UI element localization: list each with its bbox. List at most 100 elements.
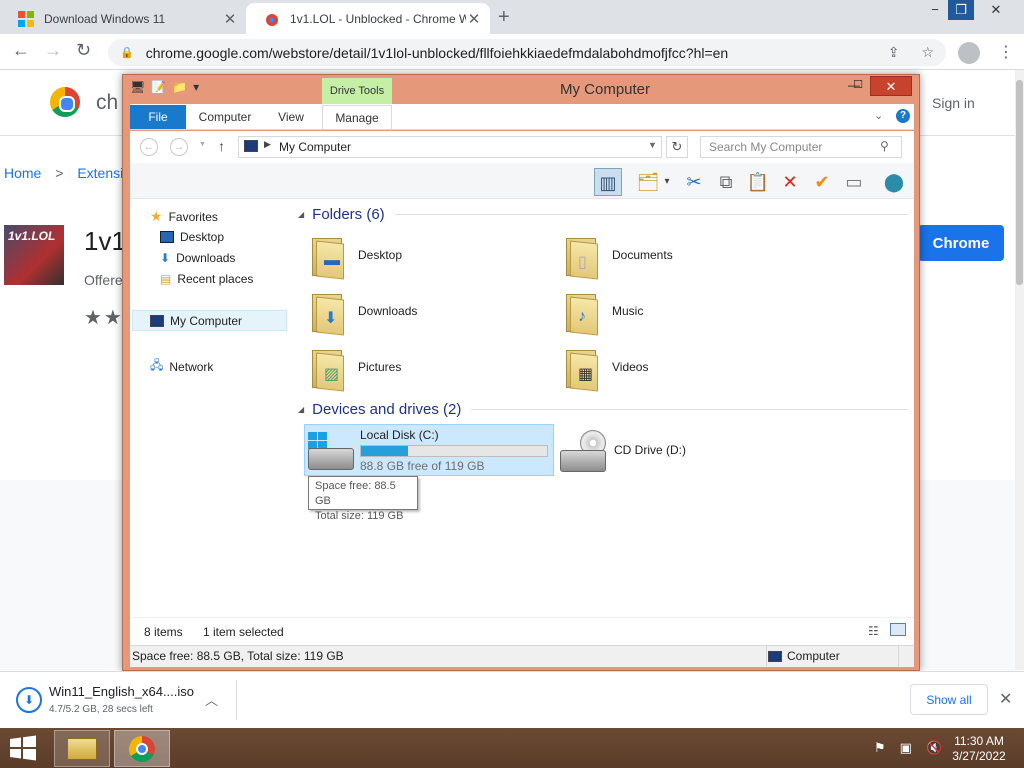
tab-manage[interactable]: Manage — [322, 105, 392, 129]
nav-downloads[interactable]: ⬇ Downloads — [160, 251, 235, 265]
checkmark-icon[interactable]: ✔ — [808, 168, 836, 196]
large-icons-view-icon[interactable] — [890, 623, 906, 636]
expand-ribbon-icon[interactable]: ⌄ — [874, 109, 883, 122]
folder-music[interactable]: ♪ Music — [562, 288, 643, 336]
download-shelf — [0, 671, 1024, 728]
add-to-chrome-button[interactable]: Chrome — [918, 225, 1004, 261]
properties-dropdown-icon[interactable]: ▾ — [660, 168, 674, 196]
taskbar-chrome[interactable] — [114, 730, 170, 767]
tab-title: Download Windows 11 — [44, 11, 166, 26]
forward-icon[interactable]: → — [44, 40, 62, 61]
nav-desktop[interactable]: Desktop — [160, 230, 224, 244]
properties-icon[interactable]: 📝 — [151, 80, 166, 94]
drive-tools-label: Drive Tools — [322, 78, 392, 104]
properties-folder-icon[interactable]: 🗂 — [634, 168, 662, 196]
new-tab-button[interactable]: + — [498, 6, 510, 29]
folder-downloads[interactable]: ⬇ Downloads — [308, 288, 417, 336]
explorer-forward-icon[interactable]: → — [170, 138, 188, 156]
show-all-button[interactable]: Show all — [910, 684, 988, 715]
download-filename[interactable]: Win11_English_x64....iso — [49, 684, 194, 699]
close-window-icon[interactable]: ✕ — [976, 0, 1016, 20]
tab-close-icon[interactable]: ✕ — [222, 10, 238, 28]
folder-icon: ▦ — [562, 344, 602, 392]
action-center-flag-icon[interactable]: ⚑ — [874, 740, 886, 756]
folder-videos[interactable]: ▦ Videos — [562, 344, 648, 392]
group-divider — [471, 409, 908, 410]
cd-drive-icon — [560, 430, 608, 474]
rename-icon[interactable]: ▭ — [840, 168, 868, 196]
profile-avatar[interactable] — [958, 42, 980, 64]
nav-recent-places[interactable]: ▤ Recent places — [160, 272, 253, 286]
layout-pane-icon[interactable]: ▥ — [594, 168, 622, 196]
new-folder-icon[interactable]: 📁 — [172, 80, 187, 94]
folder-documents[interactable]: ▯ Documents — [562, 232, 673, 280]
explorer-search-input[interactable]: Search My Computer — [700, 136, 902, 158]
collapse-triangle-icon[interactable]: ◢ — [298, 210, 304, 219]
address-dropdown-icon[interactable]: ▼ — [648, 140, 657, 150]
up-icon[interactable]: ↑ — [218, 138, 225, 154]
chrome-icon — [129, 736, 155, 762]
folder-desktop[interactable]: ▬ Desktop — [308, 232, 402, 280]
desktop-icon — [160, 231, 174, 243]
start-windows-icon[interactable] — [8, 734, 38, 762]
devices-group-header[interactable]: ◢ Devices and drives (2) — [298, 401, 908, 418]
file-download-icon: ⬇ — [16, 687, 42, 713]
sign-in-link[interactable]: Sign in — [932, 95, 975, 111]
tab-download-windows[interactable]: Download Windows 11 ✕ — [0, 3, 246, 34]
download-arrow-icon: ⬇ — [160, 251, 171, 265]
breadcrumb: Home > Extensi — [4, 165, 123, 181]
nav-favorites[interactable]: ★ Favorites — [150, 208, 218, 225]
folders-group-header[interactable]: ◢ Folders (6) — [298, 206, 908, 223]
share-icon[interactable]: ⇪ — [888, 44, 900, 61]
cut-icon[interactable]: ✂ — [680, 168, 708, 196]
collapse-triangle-icon[interactable]: ◢ — [298, 405, 304, 414]
taskbar-clock[interactable]: 11:30 AM 3/27/2022 — [944, 734, 1014, 764]
refresh-icon[interactable]: ↻ — [666, 136, 688, 158]
status-location: Computer — [787, 649, 840, 663]
back-icon[interactable]: ← — [12, 40, 30, 61]
explorer-address-field[interactable]: My Computer — [238, 136, 662, 158]
nav-my-computer[interactable]: My Computer — [150, 314, 242, 328]
help-icon[interactable]: ? — [896, 109, 910, 123]
address-bar[interactable]: 🔒 chrome.google.com/webstore/detail/1v1l… — [108, 39, 946, 66]
breadcrumb-extensions[interactable]: Extensi — [77, 165, 123, 181]
reload-icon[interactable]: ↻ — [76, 40, 91, 61]
breadcrumb-arrow-icon[interactable]: ▶ — [264, 139, 271, 150]
tab-computer[interactable]: Computer — [188, 105, 262, 129]
explorer-back-icon[interactable]: ← — [140, 138, 158, 156]
taskbar-file-explorer[interactable] — [54, 730, 110, 767]
globe-icon[interactable]: ⬤ — [880, 168, 908, 196]
recent-places-icon: ▤ — [160, 272, 172, 286]
restore-icon[interactable]: ❐ — [948, 0, 974, 20]
breadcrumb-home[interactable]: Home — [4, 165, 41, 181]
page-scrollbar[interactable] — [1015, 70, 1024, 670]
tab-title: 1v1.LOL - Unblocked - Chrome W — [290, 11, 466, 26]
minimize-icon[interactable]: − — [922, 0, 948, 20]
scrollbar-thumb[interactable] — [1016, 80, 1023, 285]
tab-1v1lol[interactable]: 1v1.LOL - Unblocked - Chrome W ✕ — [246, 3, 490, 34]
recent-locations-icon[interactable]: ▼ — [199, 141, 206, 148]
volume-muted-icon[interactable]: 🔇 — [926, 740, 942, 756]
explorer-close-icon[interactable]: ✕ — [870, 76, 912, 96]
tab-file[interactable]: File — [130, 105, 186, 129]
delete-icon[interactable]: ✕ — [776, 168, 804, 196]
chrome-webstore-icon — [266, 13, 278, 26]
folder-pictures[interactable]: ▨ Pictures — [308, 344, 401, 392]
copy-icon[interactable]: ⧉ — [712, 168, 740, 196]
paste-icon[interactable]: 📋 — [744, 168, 772, 196]
bookmark-star-icon[interactable]: ☆ — [921, 44, 934, 61]
customize-dropdown-icon[interactable]: ▾ — [193, 80, 199, 94]
tab-view[interactable]: View — [264, 105, 318, 129]
explorer-maximize-icon[interactable]: ☐ — [846, 78, 870, 91]
nav-network[interactable]: 🖧 Network — [150, 356, 213, 377]
film-strip-icon: ▦ — [578, 366, 594, 383]
webstore-logo-icon[interactable] — [50, 87, 80, 117]
tab-close-icon[interactable]: ✕ — [466, 10, 482, 28]
chevron-up-icon[interactable]: ︿ — [205, 690, 218, 709]
details-view-icon[interactable]: ☷ — [868, 624, 879, 638]
close-shelf-icon[interactable]: ✕ — [999, 689, 1012, 709]
drive-cd-d[interactable] — [560, 430, 608, 474]
network-tray-icon[interactable]: ▣ — [900, 740, 912, 756]
document-glyph-icon: ▯ — [578, 254, 587, 271]
kebab-menu-icon[interactable]: ⋮ — [998, 42, 1014, 62]
